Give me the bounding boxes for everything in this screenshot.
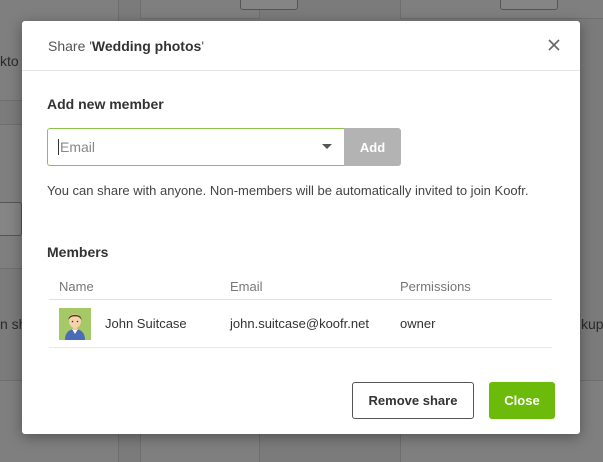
close-icon[interactable] bbox=[546, 37, 562, 53]
dialog-header: Share 'Wedding photos' bbox=[22, 21, 580, 71]
add-member-heading: Add new member bbox=[47, 96, 164, 112]
chevron-down-icon[interactable] bbox=[322, 144, 332, 149]
title-prefix: Share ' bbox=[48, 37, 92, 54]
background-text: kup bbox=[581, 316, 603, 332]
column-header-permissions: Permissions bbox=[400, 278, 471, 294]
add-member-button[interactable]: Add bbox=[344, 128, 401, 166]
user-avatar bbox=[59, 307, 91, 340]
member-name: John Suitcase bbox=[105, 316, 187, 331]
share-hint-text: You can share with anyone. Non-members w… bbox=[47, 183, 529, 198]
remove-share-button[interactable]: Remove share bbox=[352, 382, 474, 419]
member-email: john.suitcase@koofr.net bbox=[230, 316, 369, 331]
email-input[interactable] bbox=[60, 139, 300, 155]
table-header: Name Email Permissions bbox=[49, 273, 552, 300]
background-text: kto bbox=[0, 53, 19, 69]
email-input-wrapper[interactable] bbox=[47, 128, 344, 166]
table-row: John Suitcase john.suitcase@koofr.net ow… bbox=[49, 300, 552, 348]
shared-folder-name: Wedding photos bbox=[91, 37, 202, 54]
column-header-email: Email bbox=[230, 278, 263, 294]
dialog-title: Share 'Wedding photos' bbox=[48, 38, 204, 54]
members-table: Name Email Permissions John Suitcase joh… bbox=[49, 273, 552, 348]
members-heading: Members bbox=[47, 244, 109, 260]
member-name-cell: John Suitcase bbox=[49, 307, 230, 340]
title-suffix: ' bbox=[201, 37, 204, 54]
background-button bbox=[0, 202, 22, 236]
close-button[interactable]: Close bbox=[489, 382, 555, 419]
text-cursor bbox=[58, 139, 59, 155]
column-header-name: Name bbox=[59, 278, 94, 294]
background-button bbox=[240, 0, 298, 10]
share-dialog: Share 'Wedding photos' Add new member Ad… bbox=[22, 21, 580, 434]
background-button bbox=[500, 0, 558, 10]
member-permission: owner bbox=[400, 316, 436, 331]
